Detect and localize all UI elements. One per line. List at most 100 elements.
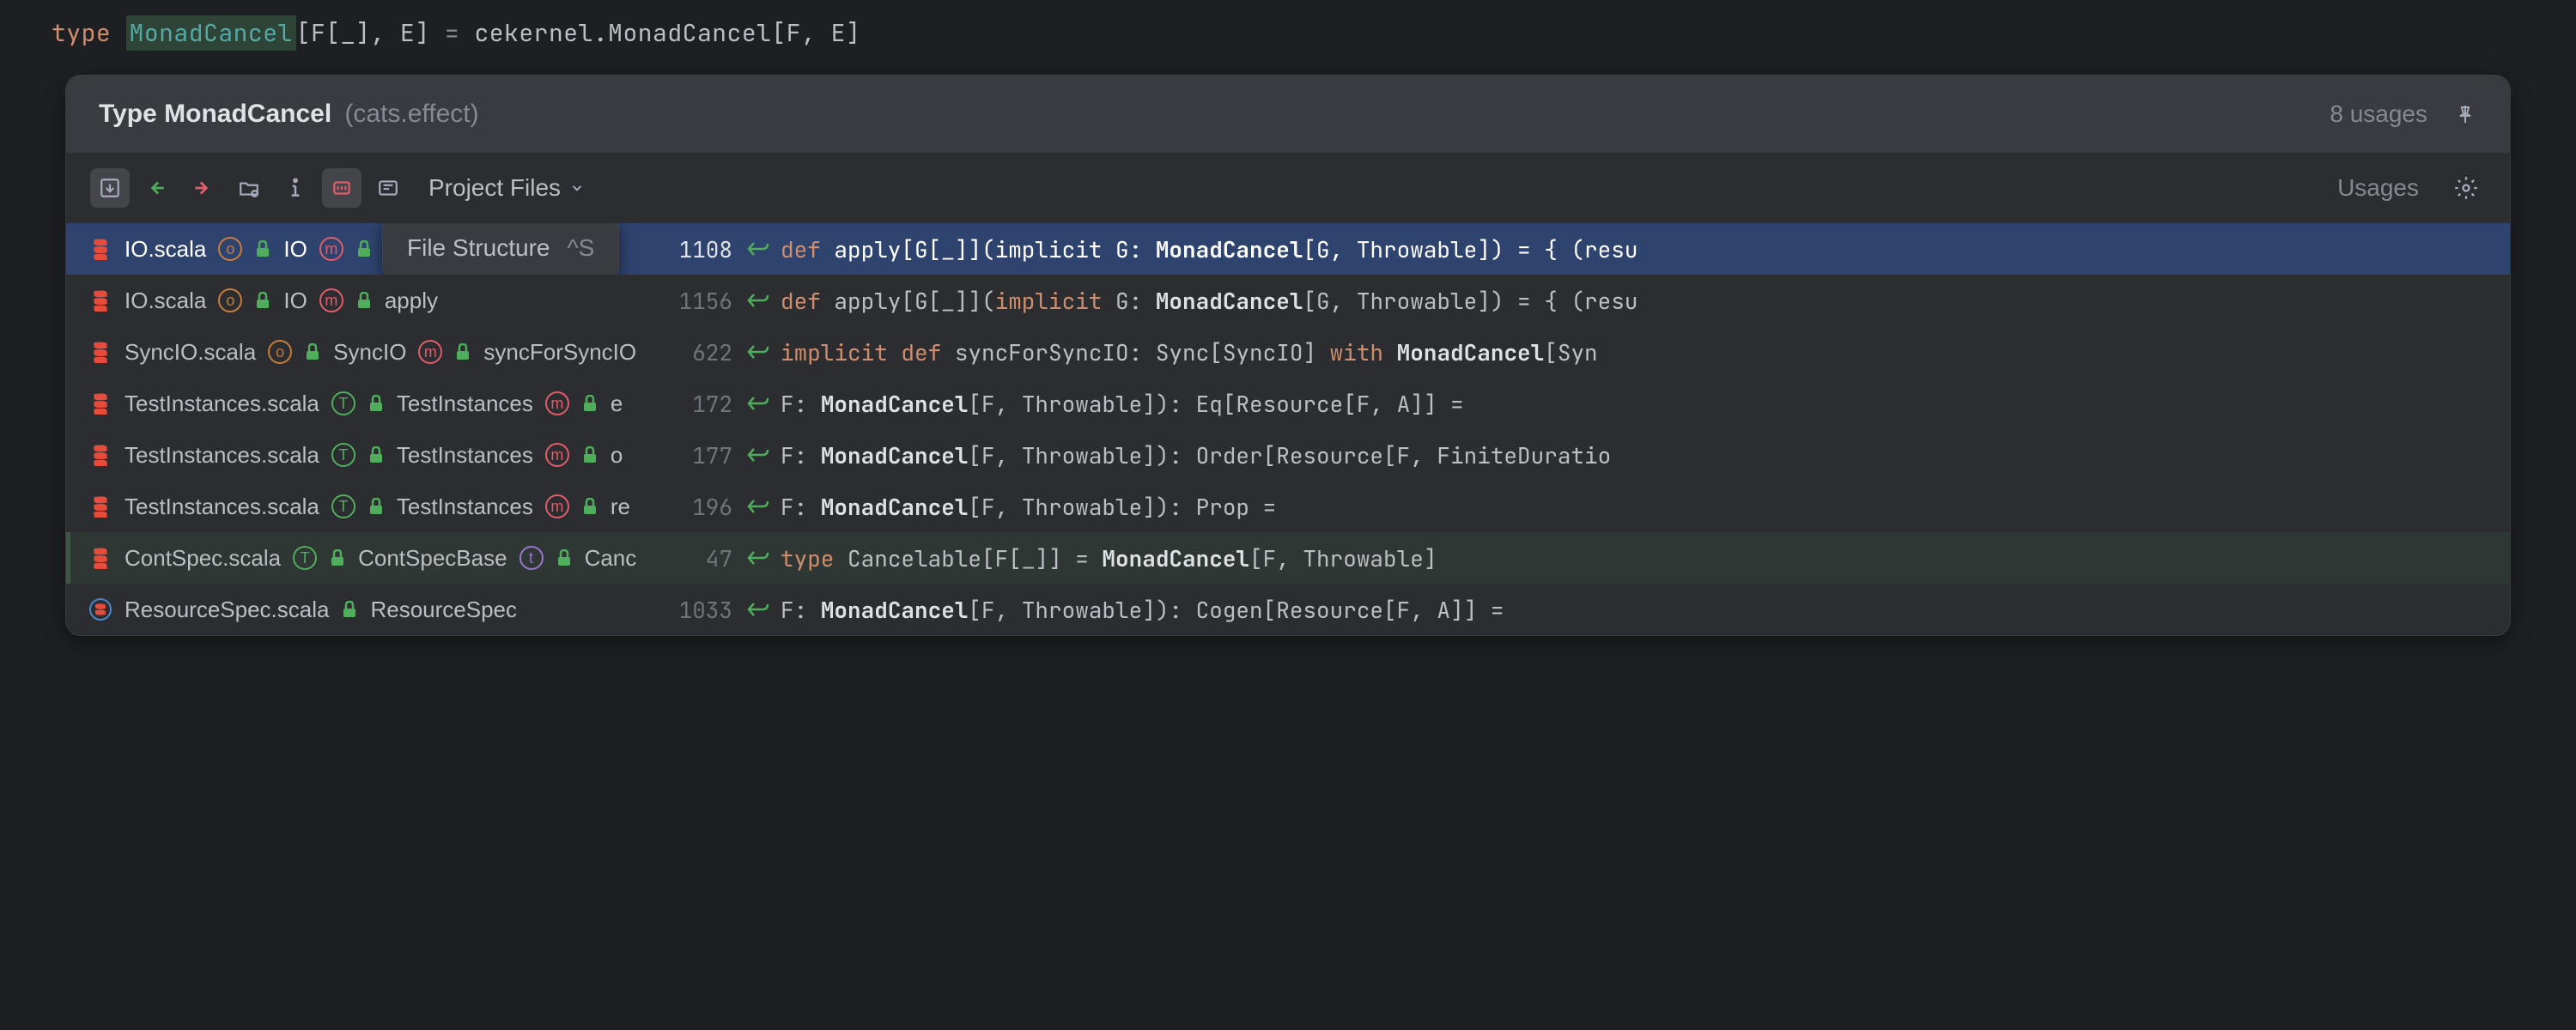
member-name: re [611,494,630,520]
group-by-directory-button[interactable] [229,168,269,208]
line-number: 177 [655,440,732,470]
editor-code-line: type MonadCancel[F[_], E] = cekernel.Mon… [0,0,2576,66]
line-number: 622 [655,337,732,367]
file-name: IO.scala [125,288,206,314]
code-snippet: F: MonadCancel[F, Throwable]): Cogen[Res… [781,595,1504,625]
results-list: IO.scala o IO m 1108 def apply[G[_]](implicit… [66,223,2510,635]
popup-header: Type MonadCancel (cats.effect) 8 usages [66,76,2510,153]
usage-arrow-icon [746,237,770,261]
lock-icon [581,443,598,467]
file-structure-button[interactable] [322,168,361,208]
lock-icon [341,597,358,621]
usage-row[interactable]: TestInstances.scalaTTestInstancesme172F:… [66,378,2510,429]
trait-icon: T [331,391,355,415]
trait-icon: T [331,443,355,467]
scala-class-icon [88,597,112,621]
lock-icon [368,391,385,415]
usage-arrow-icon [746,340,770,364]
member-name: ContSpecBase [358,545,507,572]
scala-file-icon [88,237,112,261]
file-name: ContSpec.scala [125,545,281,572]
usage-arrow-icon [746,443,770,467]
usage-row[interactable]: SyncIO.scala o SyncIO m syncForSyncIO 622 impl… [66,326,2510,378]
prev-occurrence-button[interactable] [137,168,176,208]
info-button[interactable] [276,168,315,208]
member-name: Canc [585,545,637,572]
method-icon: m [418,340,442,364]
code-snippet: type Cancelable[F[_]] = MonadCancel[F, T… [781,543,1437,573]
member-name: SyncIO [333,339,406,366]
toolbar: Project Files Usages [66,153,2510,223]
member-name: o [611,442,623,469]
usage-row[interactable]: IO.scalaoIOm1108def apply[G[_]](implicit… [66,223,2510,275]
line-number: 172 [655,389,732,419]
preview-button[interactable] [368,168,408,208]
object-icon: o [218,288,242,312]
lock-icon [329,546,346,570]
usage-row[interactable]: ContSpec.scalaTContSpecBasetCanc47type C… [66,532,2510,584]
usage-row[interactable]: TestInstances.scala T TestInstances m re 196 F… [66,481,2510,532]
popup-title: Type MonadCancel [99,100,331,128]
usage-arrow-icon [746,288,770,312]
member-name: apply [385,288,438,314]
method-icon: m [319,288,343,312]
type-name-highlight: MonadCancel [126,15,296,51]
method-icon: m [319,237,343,261]
file-name: TestInstances.scala [125,494,319,520]
member-name: IO [283,236,307,263]
usage-row[interactable]: IO.scala o IO m apply 1156 def apply[G[_]](imp… [66,275,2510,326]
trait-icon: T [331,494,355,518]
tooltip-shortcut: ^S [568,234,595,262]
scope-dropdown[interactable]: Project Files [428,174,585,202]
pin-icon[interactable] [2453,102,2477,126]
code-snippet: def apply[G[_]](implicit G: MonadCancel[… [781,286,1637,316]
lock-icon [355,237,373,261]
scala-file-icon [88,340,112,364]
open-in-tool-window-button[interactable] [90,168,130,208]
line-number: 1108 [655,234,732,264]
lock-icon [556,546,573,570]
scala-file-icon [88,391,112,415]
line-number: 196 [655,492,732,522]
usage-arrow-icon [746,546,770,570]
usage-arrow-icon [746,597,770,621]
object-icon: o [268,340,292,364]
usage-row[interactable]: TestInstances.scala T TestInstances m o 177 F:… [66,429,2510,481]
member-name: TestInstances [397,391,533,417]
lock-icon [581,494,598,518]
settings-button[interactable] [2446,168,2486,208]
member-name: e [611,391,623,417]
next-occurrence-button[interactable] [183,168,222,208]
lock-icon [304,340,321,364]
usage-row[interactable]: ResourceSpec.scalaResourceSpec1033F: Mon… [66,584,2510,635]
file-name: ResourceSpec.scala [125,597,329,623]
member-name: IO [283,288,307,314]
lock-icon [254,288,271,312]
member-name: TestInstances [397,442,533,469]
lock-icon [355,288,373,312]
usages-popup: Type MonadCancel (cats.effect) 8 usages [65,75,2511,636]
chevron-down-icon [569,180,585,196]
file-name: IO.scala [125,236,206,263]
scala-file-icon [88,443,112,467]
line-number: 47 [655,543,732,573]
code-snippet: implicit def syncForSyncIO: Sync[SyncIO]… [781,337,1598,367]
lock-icon [254,237,271,261]
lock-icon [581,391,598,415]
code-snippet: F: MonadCancel[F, Throwable]): Order[Res… [781,440,1611,470]
type-icon: t [519,546,544,570]
method-icon: m [545,494,569,518]
method-icon: m [545,391,569,415]
member-name: syncForSyncIO [483,339,636,366]
code-snippet: F: MonadCancel[F, Throwable]): Eq[Resour… [781,389,1464,419]
scala-file-icon [88,546,112,570]
code-snippet: F: MonadCancel[F, Throwable]): Prop = [781,492,1276,522]
line-number: 1156 [655,286,732,316]
usages-label: Usages [2337,174,2419,202]
scala-file-icon [88,288,112,312]
file-name: SyncIO.scala [125,339,256,366]
file-name: TestInstances.scala [125,442,319,469]
method-icon: m [545,443,569,467]
code-snippet: def apply[G[_]](implicit G: MonadCancel[… [781,234,1637,264]
member-name: TestInstances [397,494,533,520]
